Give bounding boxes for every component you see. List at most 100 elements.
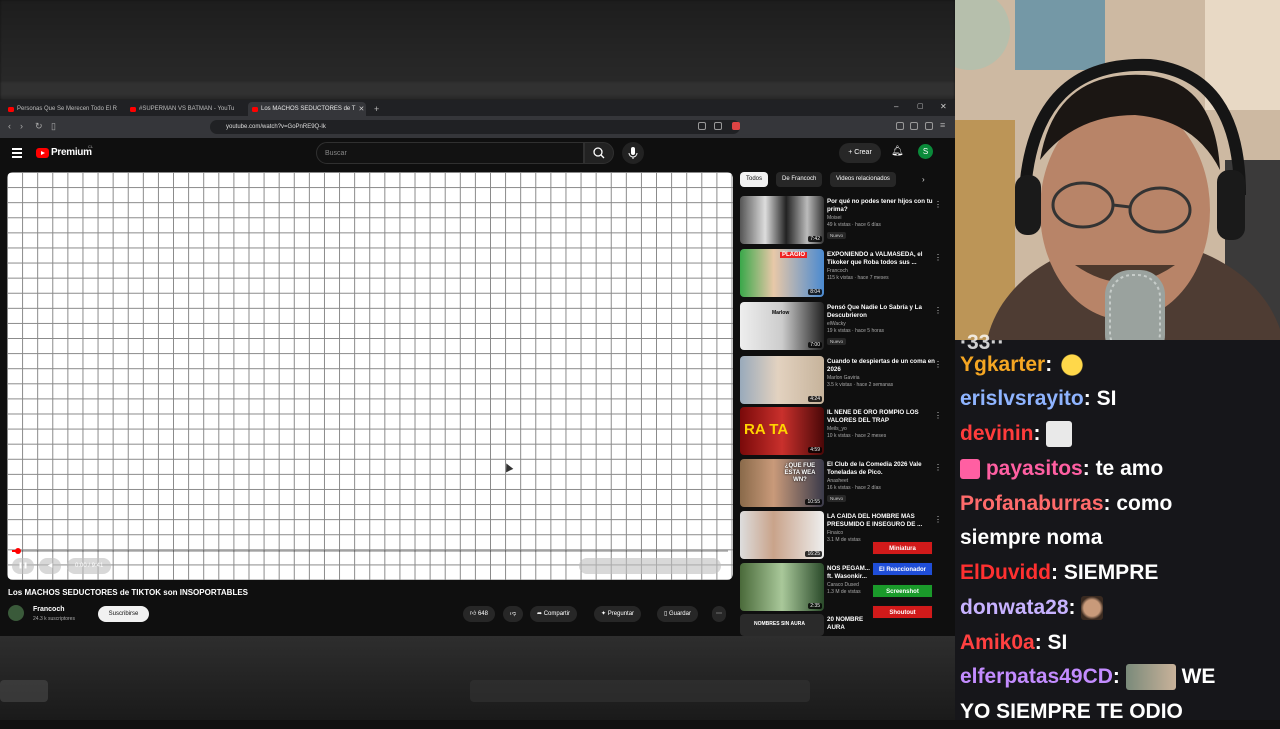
kebab-menu-icon[interactable]: ⋮ bbox=[934, 306, 942, 315]
video-player[interactable]: ❚❚ ◀︎ 0:00 / 9:41 bbox=[7, 172, 733, 580]
share-button[interactable]: ➦ Compartir bbox=[530, 606, 578, 622]
miniatura-button[interactable]: Miniatura bbox=[872, 541, 933, 555]
tab-superman[interactable]: #SUPERMAN VS BATMAN - YouTu bbox=[126, 102, 244, 116]
volume-button[interactable]: ◀︎ bbox=[39, 558, 61, 574]
chip-videos-relacionados[interactable]: Videos relacionados bbox=[830, 172, 896, 187]
thumbs-up-icon: 👍︎ bbox=[470, 611, 478, 617]
rec-item[interactable]: ¿QUE FUE ESTA WEA WN? 10:55 El Club de l… bbox=[740, 459, 950, 507]
subscribe-button[interactable]: Suscribirse bbox=[98, 606, 149, 622]
chip-de-francoch[interactable]: De Francoch bbox=[776, 172, 823, 187]
like-button[interactable]: 👍︎ 648 bbox=[463, 606, 495, 622]
rec-item[interactable]: RA TA 4:59 IL NENE DE ORO ROMPIÓ LOS VAL… bbox=[740, 407, 950, 455]
create-button[interactable]: + Crear bbox=[839, 143, 881, 163]
screen-icon[interactable] bbox=[698, 122, 706, 130]
kebab-menu-icon[interactable]: ⋮ bbox=[934, 515, 942, 524]
search-icon bbox=[593, 147, 605, 159]
chat-message-continued: YO SIEMPRE TE ODIO bbox=[960, 700, 1183, 723]
chat-message: erislvsrayito: SI bbox=[960, 387, 1117, 410]
dislike-button[interactable]: 👎︎ bbox=[503, 606, 524, 622]
bell-icon[interactable]: 🔔︎ bbox=[891, 146, 904, 157]
chat-username: erislvsrayito bbox=[960, 387, 1084, 410]
search-button[interactable] bbox=[584, 142, 614, 164]
voice-search-button[interactable] bbox=[622, 142, 644, 164]
chevron-right-icon[interactable]: › bbox=[922, 175, 925, 184]
menu-icon[interactable]: ≡ bbox=[940, 120, 945, 130]
maximize-icon[interactable]: ▢ bbox=[917, 102, 924, 110]
chip-todos[interactable]: Todos bbox=[740, 172, 769, 187]
chat-username: ElDuvidd bbox=[960, 561, 1052, 584]
rec-thumbnail: 2:35 bbox=[740, 563, 824, 611]
channel-name[interactable]: Francoch bbox=[33, 606, 65, 613]
blurred-background-top bbox=[0, 0, 955, 100]
minimize-icon[interactable]: – bbox=[894, 102, 898, 111]
close-tab-icon[interactable]: ✕ bbox=[358, 105, 364, 113]
shoutout-button[interactable]: Shoutout bbox=[872, 605, 933, 619]
channel-avatar[interactable] bbox=[8, 605, 24, 621]
rec-thumbnail: 4:24 bbox=[740, 356, 824, 404]
progress-scrubber[interactable] bbox=[15, 548, 21, 554]
rec-thumbnail: Marlow 7:00 bbox=[740, 302, 824, 350]
chat-message: elferpatas49CD: WE bbox=[960, 660, 1215, 694]
kebab-menu-icon[interactable]: ⋮ bbox=[934, 411, 942, 420]
youtube-header: Premium CL Buscar + Crear 🔔︎ S bbox=[0, 138, 955, 170]
sticker-emote-icon bbox=[1046, 421, 1073, 448]
thumbs-down-icon: 👎︎ bbox=[510, 611, 517, 617]
back-icon[interactable]: ‹ bbox=[8, 121, 11, 131]
forward-icon[interactable]: › bbox=[20, 121, 23, 131]
mouse-cursor-icon bbox=[502, 461, 514, 473]
rec-item[interactable]: 4:24 Cuando te despiertas de un coma en … bbox=[740, 356, 950, 404]
more-options-button[interactable]: ⋯ bbox=[712, 606, 726, 622]
logo-text: Premium bbox=[51, 147, 92, 158]
sparkle-icon: ✦ bbox=[601, 611, 608, 617]
new-tab-button[interactable]: + bbox=[370, 102, 382, 116]
new-badge: Nuevo bbox=[827, 338, 847, 345]
avatar[interactable]: S bbox=[918, 144, 933, 159]
tab-personas[interactable]: Personas Que Se Merecen Todo El R bbox=[4, 102, 122, 116]
blurred-background-bottom bbox=[0, 636, 955, 720]
chat-username: donwata28 bbox=[960, 596, 1069, 619]
chat-username: Profanaburras bbox=[960, 492, 1104, 515]
share-icon[interactable] bbox=[714, 122, 722, 130]
extension-icon[interactable] bbox=[896, 122, 904, 130]
save-button[interactable]: ▯ Guardar bbox=[657, 606, 698, 622]
mic-icon bbox=[628, 147, 638, 159]
play-button[interactable]: ❚❚ bbox=[12, 558, 34, 574]
rec-thumbnail: RA TA 4:59 bbox=[740, 407, 824, 455]
chat-message: payasitos: te amo bbox=[960, 452, 1163, 486]
webcam-feed bbox=[955, 0, 1280, 340]
url-field[interactable]: youtube.com/watch?v=GoPnRE9Q-Ik bbox=[210, 120, 740, 134]
close-window-icon[interactable]: ✕ bbox=[940, 102, 947, 111]
sidebar-icon[interactable]: ▯ bbox=[51, 121, 56, 132]
kebab-menu-icon[interactable]: ⋮ bbox=[934, 253, 942, 262]
rec-item[interactable]: PLAGIO 8:04 EXPONIENDO a VALMASEDA, el T… bbox=[740, 249, 950, 297]
chat-message: Profanaburras: como bbox=[960, 492, 1173, 515]
youtube-logo-icon[interactable] bbox=[36, 148, 49, 158]
music-icon[interactable] bbox=[910, 122, 918, 130]
chat-username: devinin bbox=[960, 422, 1034, 445]
logo-country: CL bbox=[88, 144, 94, 149]
youtube-favicon-icon bbox=[8, 106, 14, 112]
wallet-icon[interactable] bbox=[925, 122, 933, 130]
kebab-menu-icon[interactable]: ⋮ bbox=[934, 200, 942, 209]
brave-shield-icon[interactable] bbox=[732, 122, 740, 130]
chat-message: ElDuvidd: SIEMPRE bbox=[960, 561, 1159, 584]
player-settings-controls[interactable] bbox=[579, 558, 721, 574]
chat-username: payasitos bbox=[985, 457, 1083, 480]
tab-machos[interactable]: Los MACHOS SEDUCTORES de T ✕ bbox=[248, 102, 366, 116]
ask-button[interactable]: ✦ Preguntar bbox=[594, 606, 642, 622]
progress-bar[interactable] bbox=[12, 548, 728, 554]
hamburger-menu-icon[interactable] bbox=[12, 148, 22, 160]
youtube-favicon-icon bbox=[130, 106, 136, 112]
kebab-menu-icon[interactable]: ⋮ bbox=[934, 463, 942, 472]
rec-thumbnail: ¿QUE FUE ESTA WEA WN? 10:55 bbox=[740, 459, 824, 507]
search-input[interactable]: Buscar bbox=[316, 142, 584, 164]
kebab-menu-icon[interactable]: ⋮ bbox=[934, 360, 942, 369]
rec-item[interactable]: Marlow 7:00 Pensó Que Nadie Lo Sabría y … bbox=[740, 302, 950, 350]
screenshot-button[interactable]: Screenshot bbox=[872, 584, 933, 598]
rec-item[interactable]: 7:42 Por qué no podes tener hijos con tu… bbox=[740, 196, 950, 244]
chat-username: Ygkarter bbox=[960, 353, 1046, 376]
rec-thumbnail: 16:25 bbox=[740, 511, 824, 559]
photo-emote-icon bbox=[1125, 664, 1176, 691]
reaccionador-button[interactable]: El Reaccionador bbox=[872, 562, 933, 576]
reload-icon[interactable]: ↻ bbox=[35, 121, 43, 132]
